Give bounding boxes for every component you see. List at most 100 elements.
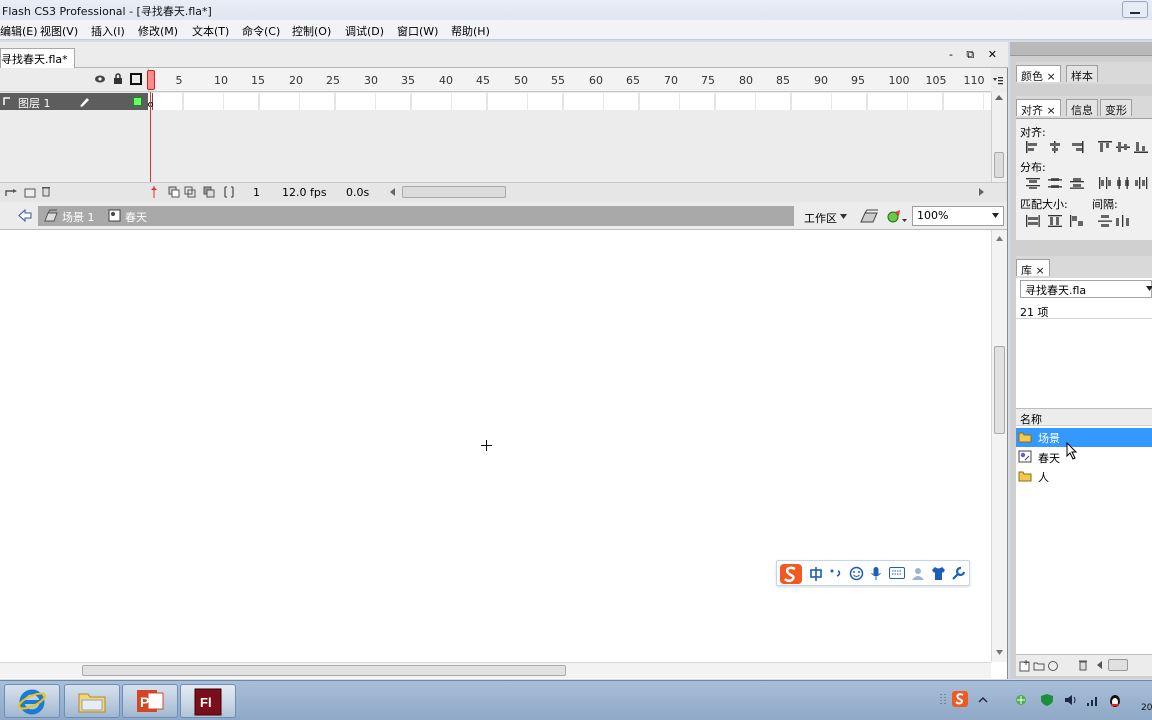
network-signal-icon[interactable]: [1086, 693, 1100, 707]
center-frame-icon[interactable]: [150, 186, 158, 198]
align-right-icon[interactable]: [1070, 141, 1084, 153]
stage-horizontal-scrollbar[interactable]: [0, 662, 991, 678]
scroll-left-icon[interactable]: [1096, 661, 1102, 669]
trash-icon[interactable]: [1077, 659, 1089, 671]
library-scroll-thumb[interactable]: [1108, 659, 1128, 671]
ime-toolbar[interactable]: [776, 560, 970, 586]
space-evenly-vertical-icon[interactable]: [1098, 215, 1112, 227]
onion-skin-outlines-icon[interactable]: [184, 186, 196, 198]
wrench-settings-icon[interactable]: [951, 566, 966, 581]
library-item[interactable]: 场景: [1016, 428, 1152, 447]
tab-transform[interactable]: 变形: [1100, 99, 1132, 117]
outline-icon[interactable]: [130, 73, 142, 85]
ie-browser-button[interactable]: [4, 684, 60, 718]
zoom-select[interactable]: 100%: [912, 206, 1004, 226]
document-tab[interactable]: 寻找春天.fla*: [0, 48, 75, 68]
tab-info[interactable]: 信息: [1066, 99, 1098, 117]
match-width-height-icon[interactable]: [1070, 215, 1084, 227]
align-top-icon[interactable]: [1098, 141, 1112, 153]
microphone-icon[interactable]: [870, 566, 882, 581]
panel-dock-header[interactable]: [1010, 42, 1152, 56]
scroll-up-icon[interactable]: [996, 236, 1003, 241]
layer-frames[interactable]: [148, 93, 991, 110]
punctuation-icon[interactable]: [829, 567, 843, 581]
menu-control[interactable]: 控制(O): [292, 23, 331, 39]
minimize-button[interactable]: [1122, 1, 1148, 18]
tab-library[interactable]: 库 ×: [1016, 259, 1050, 277]
modify-onion-markers-icon[interactable]: [223, 186, 235, 198]
sogou-tray-icon[interactable]: [952, 691, 968, 707]
scroll-left-icon[interactable]: [389, 188, 395, 196]
tab-align[interactable]: 对齐 ×: [1016, 99, 1061, 117]
align-vertical-center-icon[interactable]: [1116, 141, 1130, 153]
back-arrow-icon[interactable]: [18, 209, 32, 222]
onion-skin-icon[interactable]: [168, 186, 180, 198]
library-document-select[interactable]: 寻找春天.fla: [1020, 280, 1152, 298]
chinese-mode-icon[interactable]: [809, 567, 823, 581]
menu-help[interactable]: 帮助(H): [451, 23, 490, 39]
keyboard-icon[interactable]: [889, 567, 905, 579]
playhead-handle[interactable]: [147, 70, 155, 90]
delete-layer-icon[interactable]: [40, 185, 52, 197]
distribute-horizontal-center-icon[interactable]: [1116, 177, 1130, 189]
chevron-down-icon[interactable]: [840, 214, 847, 219]
menu-window[interactable]: 窗口(W): [397, 23, 438, 39]
workspace-dropdown[interactable]: 工作区: [804, 210, 837, 226]
library-column-name[interactable]: 名称: [1016, 408, 1152, 426]
scroll-up-icon[interactable]: [995, 94, 1003, 100]
align-left-icon[interactable]: [1026, 141, 1040, 153]
eye-icon[interactable]: [94, 74, 106, 84]
menu-commands[interactable]: 命令(C): [242, 23, 280, 39]
distribute-left-icon[interactable]: [1098, 177, 1112, 189]
breadcrumb-symbol[interactable]: 春天: [125, 209, 147, 225]
menu-view[interactable]: 视图(V): [40, 23, 78, 39]
menu-debug[interactable]: 调试(D): [345, 23, 384, 39]
file-explorer-button[interactable]: [64, 684, 120, 718]
breadcrumb-scene[interactable]: 场景 1: [62, 209, 95, 225]
chevron-down-icon[interactable]: [1146, 286, 1152, 291]
library-item[interactable]: 人: [1016, 467, 1152, 486]
chevron-down-icon[interactable]: [992, 213, 999, 218]
distribute-bottom-icon[interactable]: [1070, 177, 1084, 189]
stage-horizontal-scroll-thumb[interactable]: [82, 665, 566, 676]
menu-text[interactable]: 文本(T): [192, 23, 229, 39]
scroll-right-icon[interactable]: [979, 188, 985, 196]
stage-vertical-scrollbar[interactable]: [991, 230, 1007, 662]
new-folder-icon[interactable]: [1033, 660, 1045, 672]
timeline-vertical-scrollbar[interactable]: [991, 92, 1007, 182]
properties-icon[interactable]: [1047, 660, 1059, 672]
user-icon[interactable]: [911, 566, 925, 581]
tab-color[interactable]: 颜色 ×: [1016, 65, 1061, 83]
timeline-frame-ruler[interactable]: 5 10 15 20 25 30 35 40 45 50 55 60 65 70…: [148, 68, 991, 92]
align-horizontal-center-icon[interactable]: [1048, 141, 1062, 153]
volume-icon[interactable]: [1064, 693, 1078, 707]
match-width-icon[interactable]: [1026, 215, 1040, 227]
menu-insert[interactable]: 插入(I): [91, 23, 125, 39]
edit-scene-icon[interactable]: [860, 208, 880, 224]
tab-swatches[interactable]: 样本: [1066, 65, 1098, 83]
add-folder-icon[interactable]: [24, 186, 36, 198]
library-item[interactable]: 春天: [1016, 448, 1152, 467]
timeline-scroll-thumb[interactable]: [994, 152, 1004, 178]
align-bottom-icon[interactable]: [1134, 141, 1148, 153]
network-app-icon[interactable]: [1014, 693, 1028, 707]
stage[interactable]: [0, 230, 991, 662]
frame-rate[interactable]: 12.0 fps: [282, 186, 327, 199]
space-evenly-horizontal-icon[interactable]: [1116, 215, 1130, 227]
lock-icon[interactable]: [113, 73, 123, 85]
menu-modify[interactable]: 修改(M): [138, 23, 178, 39]
skin-tshirt-icon[interactable]: [931, 566, 946, 581]
match-height-icon[interactable]: [1048, 215, 1062, 227]
document-window-controls[interactable]: - ⧉ ✕: [949, 48, 1002, 62]
distribute-vertical-center-icon[interactable]: [1048, 177, 1062, 189]
scroll-down-icon[interactable]: [996, 650, 1003, 655]
timeline-menu-icon[interactable]: [992, 74, 1004, 86]
close-icon[interactable]: ×: [1047, 104, 1056, 117]
timeline-horizontal-scroll-thumb[interactable]: [402, 186, 506, 198]
tray-expand-icon[interactable]: [976, 693, 990, 707]
distribute-right-icon[interactable]: [1134, 177, 1148, 189]
powerpoint-button[interactable]: P: [122, 684, 178, 718]
flash-button[interactable]: Fl: [180, 684, 236, 718]
layer-row[interactable]: 图层 1: [0, 93, 148, 110]
close-icon[interactable]: ×: [1036, 264, 1045, 277]
